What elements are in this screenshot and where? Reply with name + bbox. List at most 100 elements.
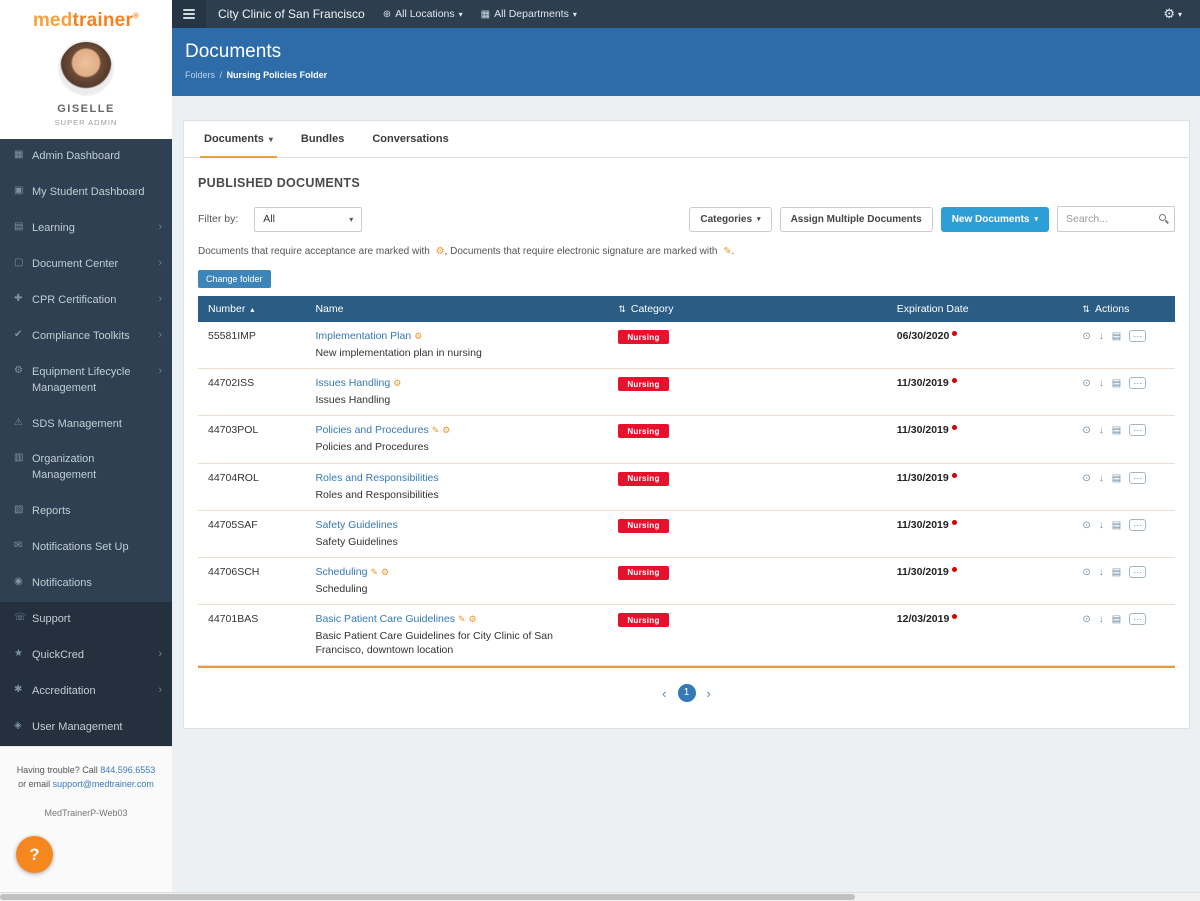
download-icon[interactable]: ↓ <box>1099 520 1104 531</box>
more-actions-icon[interactable]: ⋯ <box>1129 330 1147 342</box>
download-icon[interactable]: ↓ <box>1099 425 1104 436</box>
versions-icon[interactable]: ▤ <box>1112 520 1121 531</box>
sidebar-item-admin-dashboard[interactable]: ▦ Admin Dashboard › <box>0 139 172 175</box>
breadcrumb-separator: / <box>219 70 223 80</box>
change-folder-button[interactable]: Change folder <box>198 270 271 288</box>
download-icon[interactable]: ↓ <box>1099 331 1104 342</box>
versions-icon[interactable]: ▤ <box>1112 567 1121 578</box>
sort-ascending-icon: ▴ <box>250 305 255 314</box>
sidebar-item-notifications[interactable]: ◉ Notifications › <box>0 566 172 602</box>
document-name-link[interactable]: Implementation Plan <box>315 330 411 342</box>
tab-bundles[interactable]: Bundles <box>287 121 358 157</box>
sidebar-item-my-student-dashboard[interactable]: ▣ My Student Dashboard › <box>0 175 172 211</box>
document-description: Issues Handling <box>315 394 391 407</box>
pagination-prev[interactable]: ‹ <box>662 686 666 701</box>
departments-label: All Departments <box>494 8 569 20</box>
column-header-actions[interactable]: ⇅ Actions <box>1072 296 1175 322</box>
sidebar-item-reports[interactable]: ▧ Reports › <box>0 494 172 530</box>
column-header-name[interactable]: Name <box>305 296 609 322</box>
column-header-category[interactable]: ⇅ Category <box>608 296 887 322</box>
document-name-link[interactable]: Policies and Procedures <box>315 424 428 436</box>
column-header-number[interactable]: Number ▴ <box>198 296 306 322</box>
more-actions-icon[interactable]: ⋯ <box>1129 565 1147 578</box>
user-role: SUPER ADMIN <box>54 118 118 127</box>
document-name-link[interactable]: Issues Handling <box>315 377 390 389</box>
search-box <box>1057 206 1175 232</box>
horizontal-scrollbar[interactable] <box>0 892 1200 901</box>
sidebar-item-quickcred[interactable]: ★ QuickCred › <box>0 638 172 674</box>
download-icon[interactable]: ↓ <box>1099 378 1104 389</box>
sidebar-item-cpr-certification[interactable]: ✚ CPR Certification › <box>0 283 172 319</box>
filter-select[interactable]: All ▾ <box>254 206 363 232</box>
categories-button[interactable]: Categories ▾ <box>689 206 772 232</box>
document-description: New implementation plan in nursing <box>315 347 482 359</box>
tab-documents[interactable]: Documents ▾ <box>190 121 287 158</box>
more-actions-icon[interactable]: ⋯ <box>1129 471 1147 484</box>
hamburger-menu-icon[interactable] <box>172 0 206 28</box>
sidebar-item-organization-management[interactable]: ▥ Organization Management › <box>0 442 172 494</box>
more-actions-icon[interactable]: ⋯ <box>1129 377 1147 390</box>
support-phone-link[interactable]: 844.596.6553 <box>100 765 155 775</box>
sidebar-item-notifications-set-up[interactable]: ✉ Notifications Set Up › <box>0 530 172 566</box>
document-name-link[interactable]: Roles and Responsibilities <box>315 472 438 484</box>
more-actions-icon[interactable]: ⋯ <box>1129 424 1147 437</box>
download-icon[interactable]: ↓ <box>1099 473 1104 484</box>
preview-icon[interactable]: ⊙ <box>1082 378 1090 389</box>
content-area: Documents ▾ Bundles Conversations PUBLIS… <box>172 96 1200 901</box>
pagination-next[interactable]: › <box>707 686 711 701</box>
document-name-link[interactable]: Scheduling <box>315 566 367 578</box>
notifications-setup-icon: ✉ <box>14 540 23 552</box>
breadcrumb-folders-link[interactable]: Folders <box>185 70 215 80</box>
departments-dropdown[interactable]: ▦ All Departments ▾ <box>481 8 577 20</box>
chevron-right-icon: › <box>158 292 162 305</box>
scrollbar-thumb[interactable] <box>0 894 855 900</box>
sidebar-item-document-center[interactable]: ▢ Document Center › <box>0 247 172 283</box>
document-name-link[interactable]: Basic Patient Care Guidelines <box>315 613 455 625</box>
versions-icon[interactable]: ▤ <box>1112 614 1121 625</box>
sidebar-item-user-management[interactable]: ◈ User Management › <box>0 709 172 746</box>
document-description: Safety Guidelines <box>315 535 398 548</box>
more-actions-icon[interactable]: ⋯ <box>1129 613 1147 626</box>
assign-multiple-documents-button[interactable]: Assign Multiple Documents <box>779 206 933 232</box>
support-email-link[interactable]: support@medtrainer.com <box>53 779 154 789</box>
locations-dropdown[interactable]: ⊕ All Locations ▾ <box>383 8 463 20</box>
versions-icon[interactable]: ▤ <box>1112 331 1121 342</box>
preview-icon[interactable]: ⊙ <box>1082 614 1090 625</box>
student-dashboard-icon: ▣ <box>14 184 24 196</box>
download-icon[interactable]: ↓ <box>1099 567 1104 578</box>
preview-icon[interactable]: ⊙ <box>1082 331 1090 342</box>
table-row: 44705SAF Safety Guidelines✎⚙ Safety Guid… <box>198 510 1175 558</box>
more-actions-icon[interactable]: ⋯ <box>1129 518 1147 531</box>
preview-icon[interactable]: ⊙ <box>1082 520 1090 531</box>
versions-icon[interactable]: ▤ <box>1112 425 1121 436</box>
versions-icon[interactable]: ▤ <box>1112 473 1121 484</box>
sidebar-item-support[interactable]: ☏ Support › <box>0 602 172 639</box>
documents-card: Documents ▾ Bundles Conversations PUBLIS… <box>183 120 1190 730</box>
settings-menu[interactable]: ⚙ ▾ <box>1163 6 1182 22</box>
acceptance-icon: ⚙ <box>442 425 451 436</box>
new-documents-button[interactable]: New Documents ▾ <box>940 206 1049 232</box>
pagination-current-page[interactable]: 1 <box>677 684 696 703</box>
sidebar-item-sds-management[interactable]: ⚠ SDS Management › <box>0 407 172 443</box>
page-title: Documents <box>185 41 282 62</box>
preview-icon[interactable]: ⊙ <box>1082 567 1090 578</box>
sidebar-item-learning[interactable]: ▤ Learning › <box>0 211 172 247</box>
tab-conversations[interactable]: Conversations <box>358 121 462 157</box>
document-name-link[interactable]: Safety Guidelines <box>315 519 397 531</box>
preview-icon[interactable]: ⊙ <box>1082 425 1090 436</box>
versions-icon[interactable]: ▤ <box>1112 378 1121 389</box>
legend-mid: , Documents that require electronic sign… <box>444 246 718 257</box>
filter-select-value: All <box>263 213 275 225</box>
table-row: 44703POL Policies and Procedures ✎ ⚙ Polic… <box>198 415 1175 464</box>
sidebar-nav: ▦ Admin Dashboard › ▣ My Student Dashboa… <box>0 139 172 746</box>
column-header-expiration-date[interactable]: Expiration Date <box>886 296 1073 322</box>
sidebar-item-compliance-toolkits[interactable]: ✔ Compliance Toolkits › <box>0 319 172 355</box>
avatar[interactable] <box>58 40 114 96</box>
download-icon[interactable]: ↓ <box>1099 614 1104 625</box>
expiration-date: 11/30/2019 <box>896 377 949 390</box>
help-button[interactable]: ? <box>16 836 53 873</box>
sidebar-item-accreditation[interactable]: ✱ Accreditation › <box>0 674 172 710</box>
preview-icon[interactable]: ⊙ <box>1082 473 1090 484</box>
sidebar-item-equipment-lifecycle-management[interactable]: ⚙ Equipment Lifecycle Management › <box>0 355 172 407</box>
search-input[interactable] <box>1057 206 1175 232</box>
